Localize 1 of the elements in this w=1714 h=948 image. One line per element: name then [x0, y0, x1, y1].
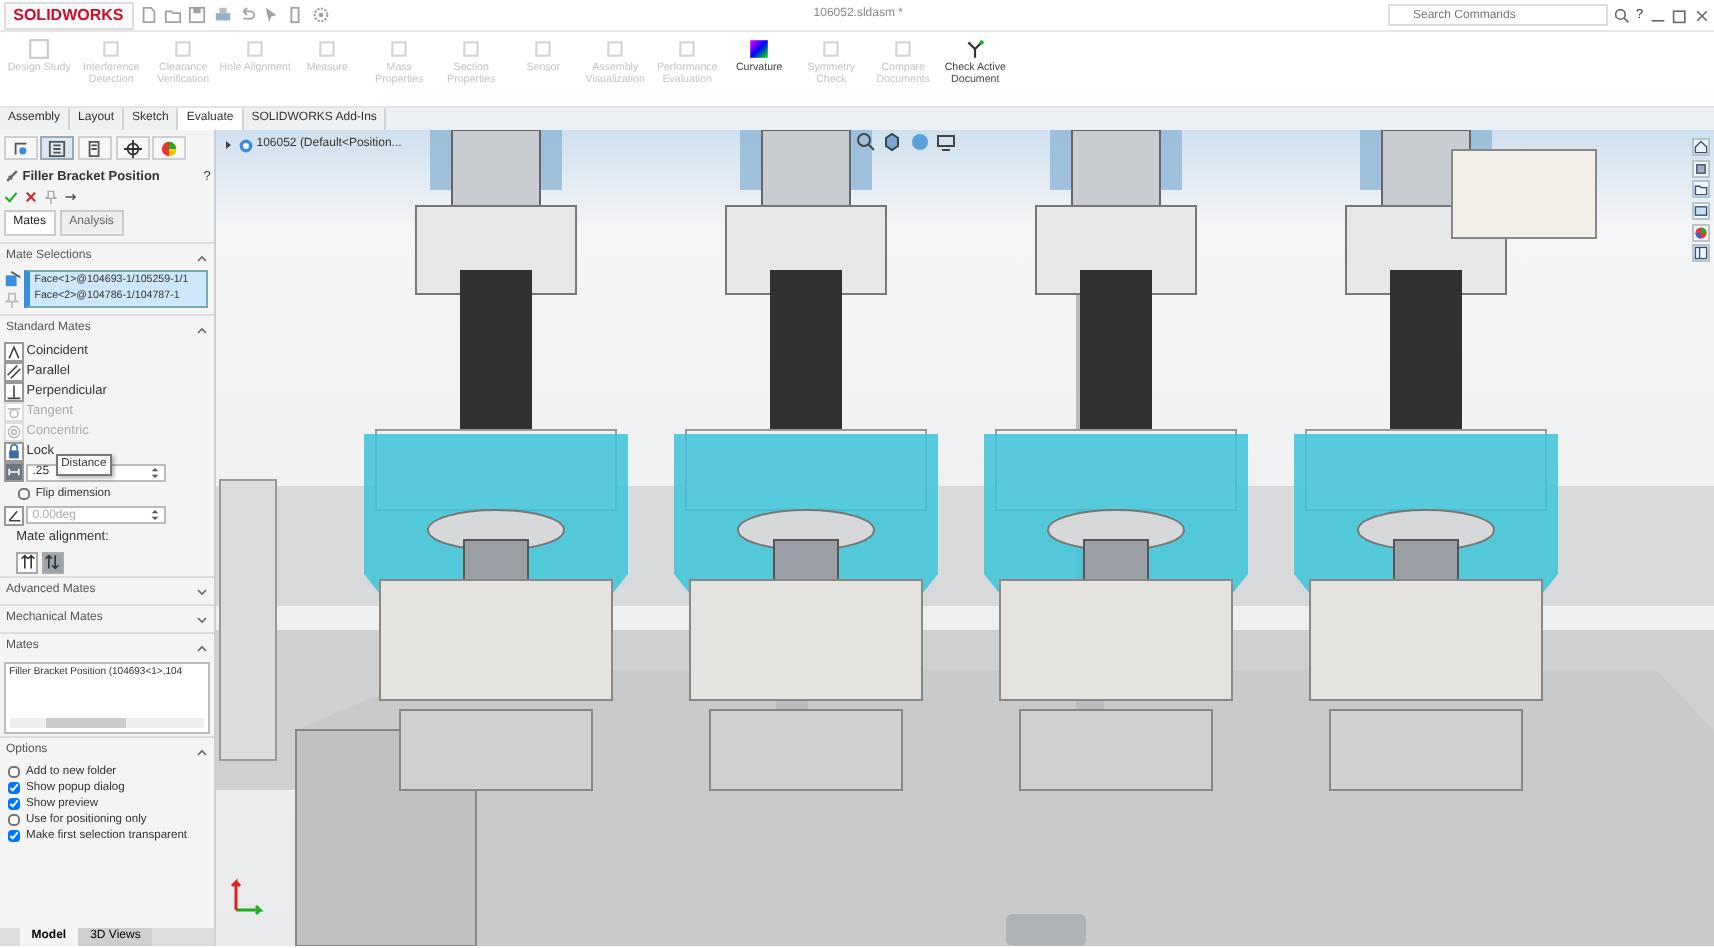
app-logo: SOLIDWORKS	[3, 1, 134, 29]
